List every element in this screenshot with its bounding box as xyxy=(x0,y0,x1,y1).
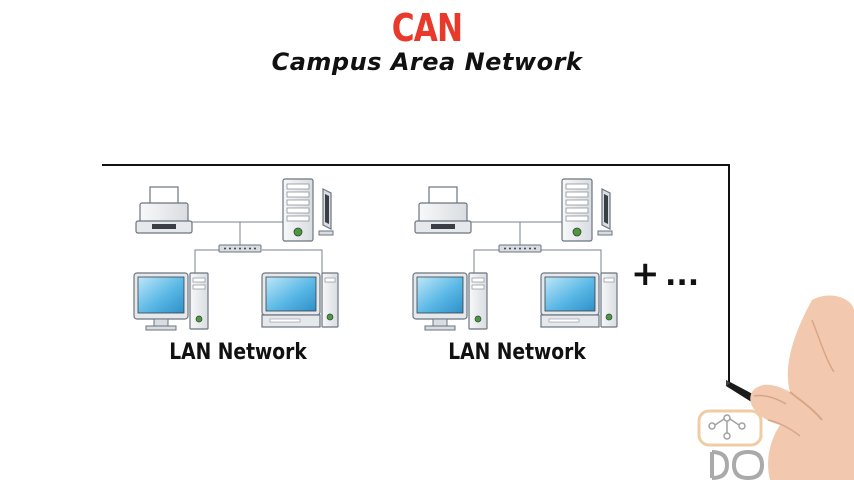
ellipsis: ... xyxy=(665,258,700,293)
plus-sign: + xyxy=(631,254,660,294)
watermark-logo xyxy=(697,409,765,480)
printer-icon xyxy=(135,186,193,234)
switch-icon xyxy=(218,244,262,253)
lan-network-1-label: LAN Network xyxy=(169,340,307,365)
switch-icon xyxy=(498,244,542,253)
lan-network-1 xyxy=(133,178,339,331)
campus-network-diagram xyxy=(102,164,854,480)
server-tower-icon xyxy=(282,178,334,242)
lan-network-2-label: LAN Network xyxy=(448,340,586,365)
desktop-computer-icon xyxy=(261,272,339,328)
lan-network-2 xyxy=(412,178,618,331)
desktop-computer-icon xyxy=(133,272,209,331)
desktop-computer-icon xyxy=(412,272,488,331)
server-tower-icon xyxy=(561,178,613,242)
printer-icon xyxy=(414,186,472,234)
desktop-computer-icon xyxy=(540,272,618,328)
